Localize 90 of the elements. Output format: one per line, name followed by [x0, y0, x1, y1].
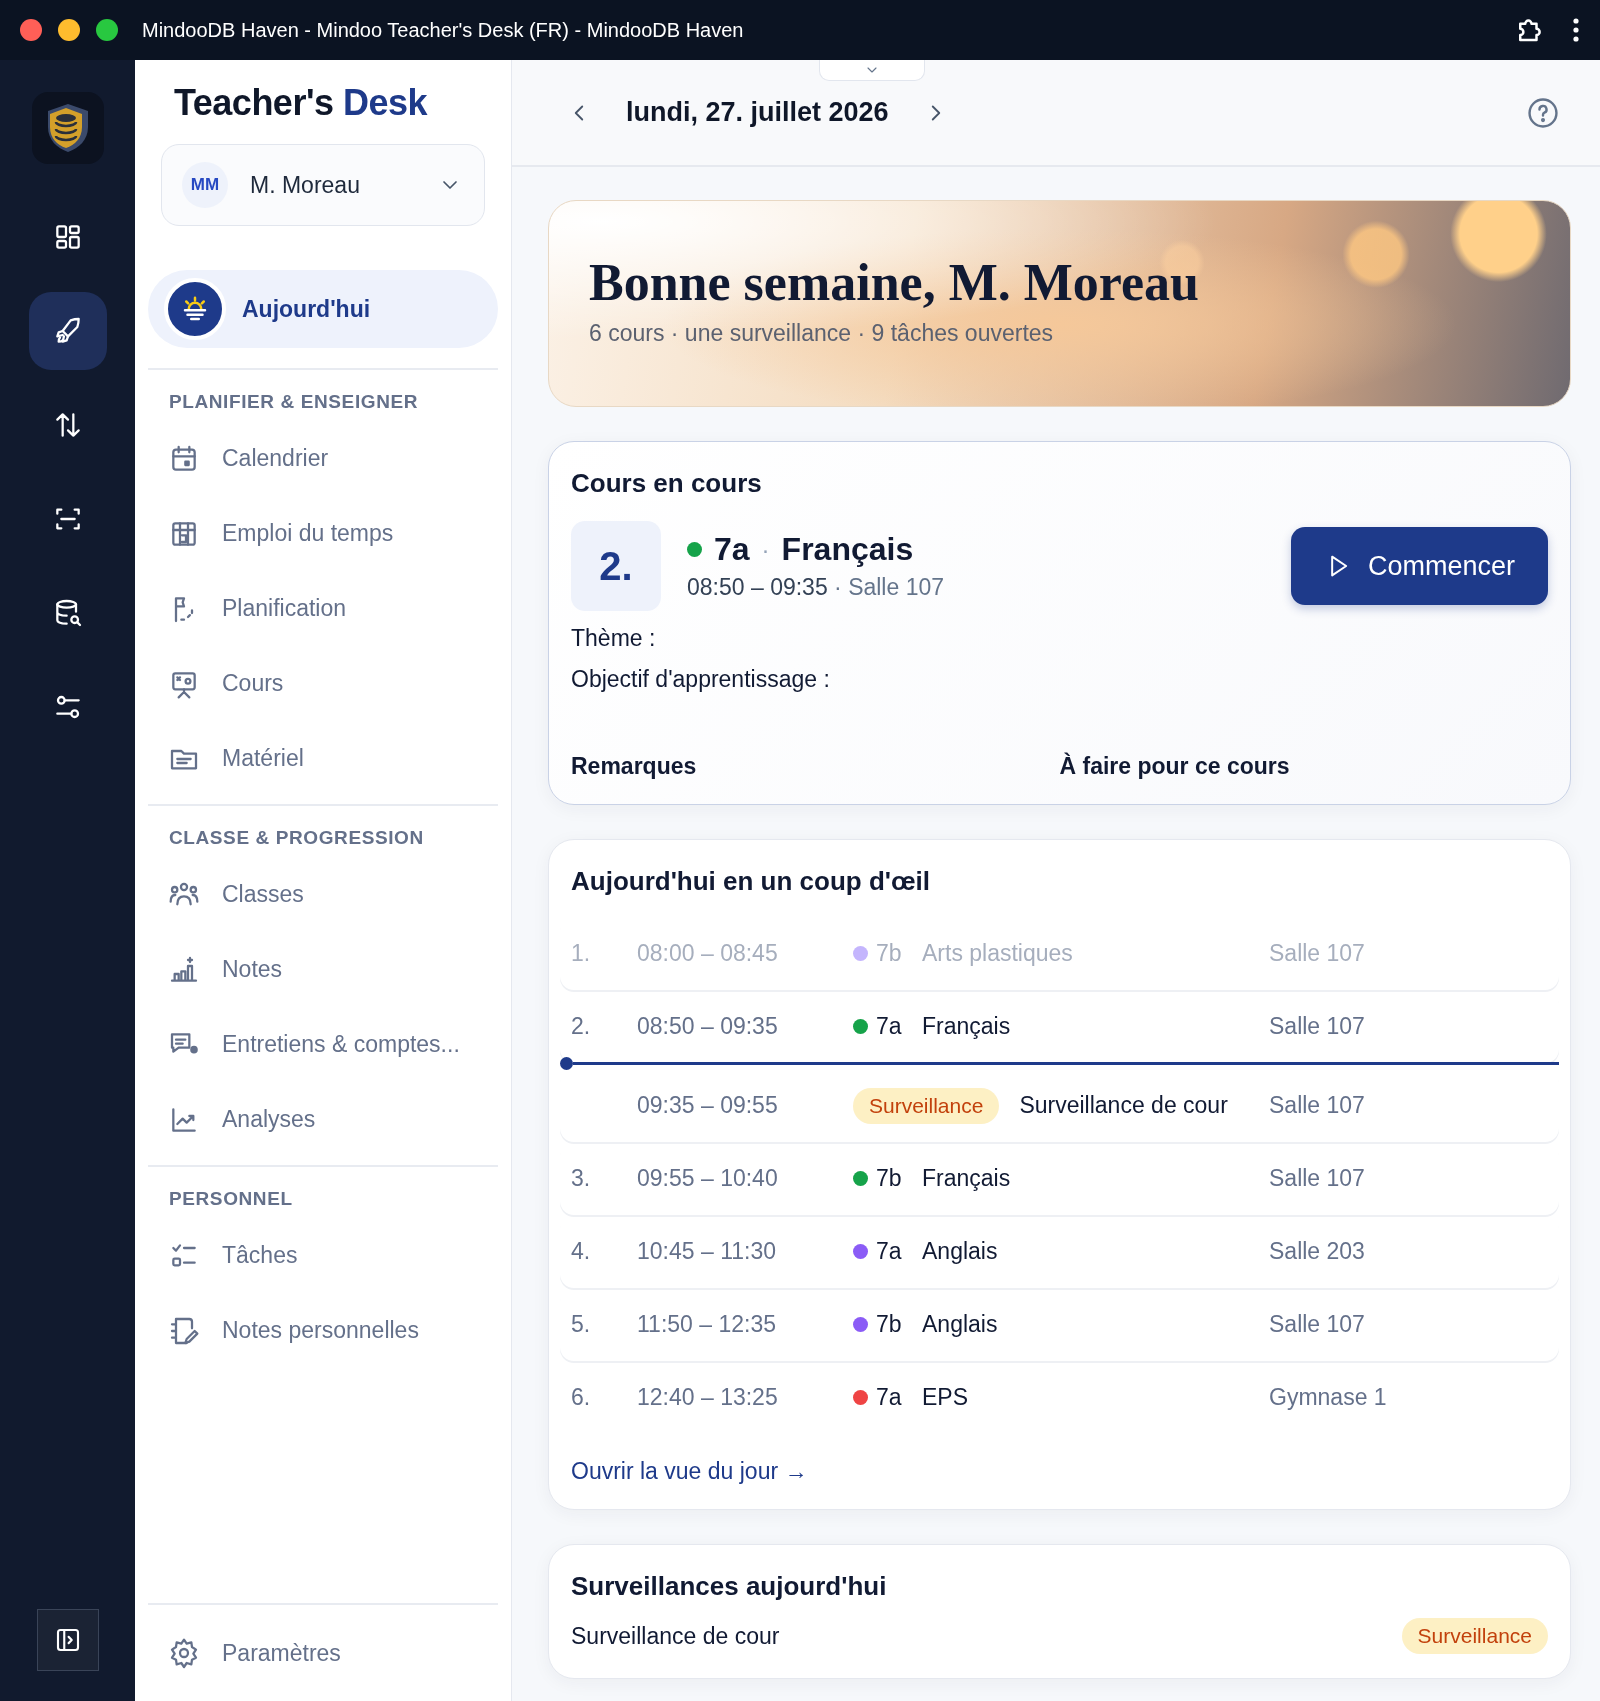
nav-item[interactable]: Planification	[148, 571, 498, 646]
period-number: 5.	[571, 1311, 592, 1338]
settings-nav-item[interactable]: Paramètres	[148, 1615, 341, 1691]
class-name: 7b	[876, 1311, 902, 1338]
schedule-row[interactable]: 3. 09:55 – 10:40 7b Français Salle 107	[560, 1142, 1559, 1215]
duty-badge: Surveillance	[1401, 1618, 1548, 1654]
field-label: Objectif d'apprentissage :	[571, 666, 831, 693]
nav-item[interactable]: Analyses	[148, 1082, 498, 1157]
settings-icon	[168, 1637, 200, 1669]
schedule-row[interactable]: 5. 11:50 – 12:35 7b Anglais Salle 107	[560, 1288, 1559, 1361]
class-name: 7b	[876, 940, 902, 967]
greeting-title: Bonne semaine, M. Moreau	[589, 253, 1200, 312]
card-title: Surveillances aujourd'hui	[571, 1571, 888, 1602]
user-avatar: MM	[182, 162, 228, 208]
nav-item[interactable]: Calendrier	[148, 421, 498, 496]
class-name: 7a	[876, 1384, 902, 1411]
app-title: Teacher's Desk	[174, 82, 429, 124]
close-window-button[interactable]	[20, 19, 42, 41]
period-number: 6.	[571, 1384, 592, 1411]
minimize-window-button[interactable]	[58, 19, 80, 41]
duty-badge: Surveillance	[853, 1087, 1000, 1124]
class-name: 7a	[714, 531, 750, 568]
lesson-time: 08:50 – 09:35	[687, 574, 828, 600]
current-date: lundi, 27. juillet 2026	[626, 97, 889, 128]
period-number: 3.	[571, 1165, 592, 1192]
sunrise-icon	[164, 278, 226, 340]
room-name: Salle 107	[1269, 1013, 1365, 1040]
section-label: À faire pour ce cours	[1059, 753, 1291, 780]
lesson-room: · Salle 107	[834, 574, 945, 600]
time-range: 09:35 – 09:55	[637, 1092, 779, 1119]
schedule-row[interactable]: 6. 12:40 – 13:25 7a EPS Gymnase 1	[560, 1361, 1559, 1434]
lesson-number: 2.	[571, 521, 661, 611]
time-range: 08:00 – 08:45	[637, 940, 779, 967]
time-range: 10:45 – 11:30	[637, 1238, 777, 1265]
subject-name: Français	[922, 1165, 1011, 1192]
time-range: 09:55 – 10:40	[637, 1165, 779, 1192]
schedule-row[interactable]: 4. 10:45 – 11:30 7a Anglais Salle 203	[560, 1215, 1559, 1288]
toggle-sidebar-button[interactable]	[36, 1609, 99, 1671]
period-number: 1.	[571, 940, 592, 967]
room-name: Salle 107	[1269, 940, 1365, 967]
nav-item[interactable]: Entretiens & comptes...	[148, 1007, 498, 1082]
open-day-view-link[interactable]: Ouvrir la vue du jour →	[571, 1458, 808, 1485]
start-button[interactable]: Commencer	[1290, 527, 1548, 605]
section-heading: PERSONNEL	[169, 1188, 294, 1210]
nav-item[interactable]: Classes	[148, 857, 498, 932]
window-title: MindooDB Haven - Mindoo Teacher's Desk (FR) - MindooDB Haven	[142, 18, 745, 42]
room-name: Salle 107	[1269, 1165, 1365, 1192]
subject-name: Français	[781, 531, 914, 568]
more-options-icon[interactable]	[1572, 17, 1580, 43]
nav-item[interactable]: Matériel	[148, 721, 498, 796]
maximize-window-button[interactable]	[96, 19, 118, 41]
subject-name: Anglais	[922, 1311, 998, 1338]
card-title: Cours en cours	[571, 468, 763, 499]
class-name: 7a	[876, 1238, 902, 1265]
room-name: Gymnase 1	[1269, 1384, 1387, 1411]
subject-name: Anglais	[922, 1238, 998, 1265]
separator: ·	[761, 535, 770, 564]
class-name: 7b	[876, 1165, 902, 1192]
nav-item[interactable]: Cours	[148, 646, 498, 721]
section-heading: CLASSE & PROGRESSION	[169, 827, 425, 849]
class-name: 7a	[876, 1013, 902, 1040]
room-name: Salle 107	[1269, 1092, 1365, 1119]
card-title: Aujourd'hui en un coup d'œil	[571, 866, 931, 897]
nav-item[interactable]: Emploi du temps	[148, 496, 498, 571]
schedule-row[interactable]: 09:35 – 09:55 Surveillance Surveillance de cour Salle 107	[560, 1069, 1559, 1142]
period-number: 4.	[571, 1238, 592, 1265]
subject-name: Arts plastiques	[922, 940, 1073, 967]
duty-name: Surveillance de cour	[571, 1622, 780, 1650]
help-icon[interactable]	[1526, 95, 1560, 130]
room-name: Salle 107	[1269, 1311, 1365, 1338]
teacher-select[interactable]: MM M. Moreau	[161, 144, 485, 226]
user-name: M. Moreau	[250, 171, 361, 199]
today-nav-item[interactable]: Aujourd'hui	[148, 270, 498, 348]
period-number: 2.	[571, 1013, 592, 1040]
section-heading: PLANIFIER & ENSEIGNER	[169, 391, 420, 413]
field-label: Thème :	[571, 625, 657, 652]
nav-item[interactable]: Notes	[148, 932, 498, 1007]
time-range: 11:50 – 12:35	[637, 1311, 777, 1338]
app-logo[interactable]	[31, 92, 104, 164]
section-label: Remarques	[571, 753, 698, 780]
time-range: 12:40 – 13:25	[637, 1384, 779, 1411]
subject-name: EPS	[922, 1384, 969, 1411]
room-name: Salle 203	[1269, 1238, 1365, 1265]
rail-button[interactable]	[28, 292, 107, 370]
subject-name: Surveillance de cour	[1019, 1092, 1228, 1119]
time-range: 08:50 – 09:35	[637, 1013, 779, 1040]
subject-name: Français	[922, 1013, 1011, 1040]
nav-item[interactable]: Notes personnelles	[148, 1293, 498, 1368]
greeting-summary: 6 cours · une surveillance · 9 tâches ouvertes	[589, 320, 1055, 347]
nav-item[interactable]: Tâches	[148, 1218, 498, 1293]
